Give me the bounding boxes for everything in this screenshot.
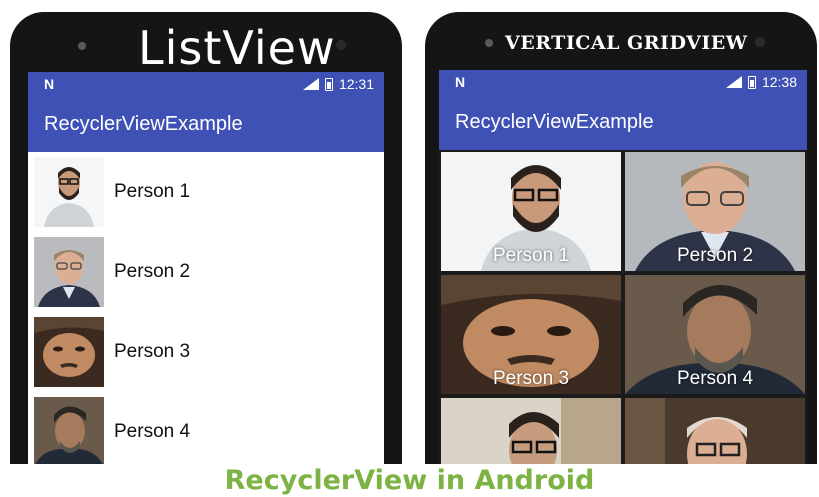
person-3-portrait: [34, 317, 104, 387]
person-1-portrait: [34, 157, 104, 227]
footer-title: RecyclerView in Android: [224, 465, 595, 496]
grid-item[interactable]: Person 1: [441, 152, 621, 271]
list-item[interactable]: Person 4: [28, 392, 384, 472]
grid-item[interactable]: [625, 398, 805, 472]
list-item-label: Person 4: [114, 421, 191, 442]
battery-icon: [747, 75, 756, 89]
signal-icon: [302, 78, 319, 90]
notification-icon: N: [455, 74, 466, 90]
grid-item[interactable]: Person 2: [625, 152, 805, 271]
grid-item-label: Person 3: [492, 368, 570, 389]
right-phone-frame: VERTICAL GRIDVIEW N 12:38 RecyclerViewEx…: [425, 12, 817, 472]
speaker-dot: [485, 39, 493, 47]
speaker-dot: [78, 42, 86, 50]
status-time: 12:31: [338, 76, 374, 92]
app-bar: RecyclerViewExample: [28, 96, 384, 152]
app-title: RecyclerViewExample: [455, 110, 654, 133]
grid-item[interactable]: Person 3: [441, 275, 621, 394]
status-bar: N 12:38: [439, 70, 807, 94]
person-2-portrait: [34, 237, 104, 307]
person-4-portrait: [34, 397, 104, 467]
camera-dot: [336, 40, 346, 50]
grid-item-label: Person 2: [676, 245, 754, 266]
grid-item-label: Person 4: [676, 368, 754, 389]
status-time: 12:38: [761, 74, 797, 90]
battery-icon: [324, 77, 333, 91]
recycler-list: Person 1 Person 2 Person 3 Person 4: [28, 152, 384, 472]
notification-icon: N: [44, 76, 55, 92]
app-title: RecyclerViewExample: [44, 112, 243, 135]
list-item-label: Person 2: [114, 261, 191, 282]
grid-item[interactable]: [441, 398, 621, 472]
app-bar: RecyclerViewExample: [439, 94, 807, 150]
grid-item[interactable]: Person 4: [625, 275, 805, 394]
recycler-grid: Person 1 Person 2 Person 3 Person 4: [439, 150, 807, 472]
left-phone-frame: ListView N 12:31 RecyclerViewExample Per…: [10, 12, 402, 472]
list-item[interactable]: Person 2: [28, 232, 384, 312]
camera-dot: [755, 37, 765, 47]
status-right: 12:31: [302, 76, 374, 92]
left-screen: N 12:31 RecyclerViewExample Person 1 Per…: [28, 72, 384, 472]
list-item-label: Person 1: [114, 181, 191, 202]
person-6-portrait: [625, 398, 805, 472]
listview-heading: ListView: [138, 21, 336, 75]
gridview-heading: VERTICAL GRIDVIEW: [505, 32, 748, 54]
list-item-label: Person 3: [114, 341, 191, 362]
list-item[interactable]: Person 3: [28, 312, 384, 392]
status-bar: N 12:31: [28, 72, 384, 96]
grid-item-label: Person 1: [492, 245, 570, 266]
signal-icon: [725, 76, 742, 88]
list-item[interactable]: Person 1: [28, 152, 384, 232]
status-right: 12:38: [725, 74, 797, 90]
person-5-portrait: [441, 398, 621, 472]
right-screen: N 12:38 RecyclerViewExample Person 1 Per…: [439, 70, 807, 472]
footer: RecyclerView in Android: [0, 464, 819, 497]
